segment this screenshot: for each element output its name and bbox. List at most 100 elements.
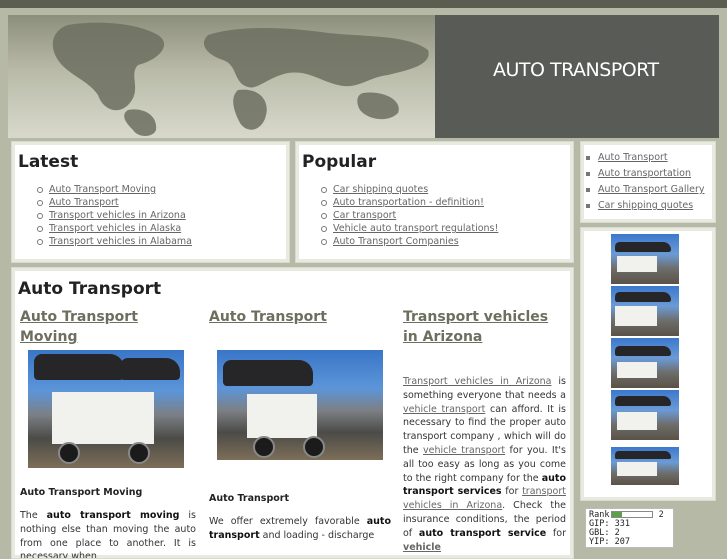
truck-shape bbox=[617, 462, 657, 476]
car-shape bbox=[615, 346, 671, 356]
sidebar-nav: Auto Transport Auto transportation Auto … bbox=[586, 150, 705, 214]
top-strip bbox=[0, 0, 727, 8]
list-item: Auto Transport Companies bbox=[321, 235, 498, 248]
truck-shape bbox=[247, 394, 317, 438]
popular-link[interactable]: Vehicle auto transport regulations! bbox=[333, 223, 498, 234]
latest-link[interactable]: Transport vehicles in Arizona bbox=[49, 210, 186, 221]
wheel-icon bbox=[128, 442, 150, 464]
truck-photo bbox=[217, 350, 383, 460]
list-item: Auto Transport bbox=[37, 196, 192, 209]
latest-heading: Latest bbox=[18, 152, 79, 172]
truck-shape bbox=[617, 256, 657, 272]
latest-list: Auto Transport Moving Auto Transport Tra… bbox=[37, 183, 192, 248]
col1-title-link[interactable]: Auto Transport Moving bbox=[20, 307, 200, 347]
list-item: Auto transportation - definition! bbox=[321, 196, 498, 209]
bullet-icon bbox=[37, 238, 43, 245]
car-shape bbox=[615, 396, 671, 406]
world-map-banner bbox=[8, 15, 435, 138]
main-heading: Auto Transport bbox=[18, 279, 162, 299]
rank-bar bbox=[611, 511, 654, 518]
square-bullet-icon bbox=[586, 172, 590, 176]
site-title: AUTO TRANSPORT bbox=[493, 59, 659, 81]
wheel-icon bbox=[303, 436, 325, 458]
text-fragment: for bbox=[501, 486, 523, 498]
sidebar-link-gallery[interactable]: Auto Transport Gallery bbox=[598, 184, 705, 195]
bullet-icon bbox=[37, 186, 43, 193]
sidebar-item: Auto transportation bbox=[586, 166, 705, 182]
sidebar-link-car-shipping[interactable]: Car shipping quotes bbox=[598, 200, 693, 211]
inline-link[interactable]: vehicle transport bbox=[403, 404, 485, 415]
car-shape bbox=[120, 358, 180, 380]
car-shape bbox=[223, 360, 313, 386]
rank-bar-fill bbox=[612, 512, 623, 517]
popular-link[interactable]: Auto Transport Companies bbox=[333, 236, 459, 247]
inline-link[interactable]: Transport vehicles in Arizona bbox=[403, 376, 551, 387]
world-map-icon bbox=[52, 22, 429, 136]
bullet-icon bbox=[37, 225, 43, 232]
car-shape bbox=[615, 451, 671, 459]
popular-link[interactable]: Car shipping quotes bbox=[333, 184, 428, 195]
col1-text: The auto transport moving is nothing els… bbox=[20, 509, 196, 558]
text-fragment: The bbox=[20, 510, 47, 521]
latest-link[interactable]: Auto Transport Moving bbox=[49, 184, 156, 195]
header-title-box: AUTO TRANSPORT bbox=[435, 15, 719, 138]
main-content-panel: Auto Transport Auto Transport Moving Aut… bbox=[11, 267, 574, 559]
bold-keyword: auto transport service bbox=[418, 527, 547, 539]
sidebar-link-auto-transportation[interactable]: Auto transportation bbox=[598, 168, 691, 179]
truck-shape bbox=[52, 392, 154, 444]
latest-link[interactable]: Transport vehicles in Alaska bbox=[49, 223, 181, 234]
bullet-icon bbox=[321, 212, 327, 219]
list-item: Car shipping quotes bbox=[321, 183, 498, 196]
truck-photo bbox=[28, 350, 184, 468]
bullet-icon bbox=[37, 212, 43, 219]
sidebar-item: Car shipping quotes bbox=[586, 198, 705, 214]
rank-yip: YIP: 207 bbox=[589, 537, 630, 547]
rank-widget[interactable]: Rank 2 GIP: 331 GBL: 2 YIP: 207 bbox=[585, 508, 674, 548]
list-item: Car transport bbox=[321, 209, 498, 222]
gallery-thumbnail[interactable] bbox=[611, 390, 679, 440]
list-item: Transport vehicles in Alabama bbox=[37, 235, 192, 248]
wheel-icon bbox=[58, 442, 80, 464]
gallery-panel bbox=[580, 227, 716, 501]
bullet-icon bbox=[321, 199, 327, 206]
square-bullet-icon bbox=[586, 188, 590, 192]
list-item: Transport vehicles in Arizona bbox=[37, 209, 192, 222]
col3-text: Transport vehicles in Arizona is somethi… bbox=[403, 375, 566, 554]
col2-title-link[interactable]: Auto Transport bbox=[209, 307, 327, 327]
wheel-icon bbox=[253, 436, 275, 458]
text-fragment: for bbox=[546, 527, 566, 539]
gallery-thumbnail[interactable] bbox=[611, 338, 679, 388]
list-item: Vehicle auto transport regulations! bbox=[321, 222, 498, 235]
inline-link[interactable]: vehicle bbox=[403, 542, 441, 553]
car-shape bbox=[615, 292, 671, 302]
gallery-thumbnail[interactable] bbox=[611, 234, 679, 284]
popular-link[interactable]: Auto transportation - definition! bbox=[333, 197, 484, 208]
square-bullet-icon bbox=[586, 204, 590, 208]
sidebar-item: Auto Transport Gallery bbox=[586, 182, 705, 198]
list-item: Transport vehicles in Alaska bbox=[37, 222, 192, 235]
popular-heading: Popular bbox=[302, 152, 377, 172]
text-fragment: and loading - discharge bbox=[259, 529, 375, 541]
bullet-icon bbox=[321, 186, 327, 193]
gallery-thumbnail[interactable] bbox=[611, 447, 679, 485]
rank-value: 2 bbox=[658, 510, 664, 520]
inline-link[interactable]: vehicle transport bbox=[423, 445, 505, 456]
popular-list: Car shipping quotes Auto transportation … bbox=[321, 183, 498, 248]
car-shape bbox=[615, 242, 671, 252]
square-bullet-icon bbox=[586, 156, 590, 160]
sidebar-link-auto-transport[interactable]: Auto Transport bbox=[598, 152, 668, 163]
text-fragment: We offer extremely favorable bbox=[209, 516, 367, 527]
latest-link[interactable]: Transport vehicles in Alabama bbox=[49, 236, 192, 247]
bullet-icon bbox=[37, 199, 43, 206]
sidebar-links-panel: Auto Transport Auto transportation Auto … bbox=[580, 141, 716, 223]
list-item: Auto Transport Moving bbox=[37, 183, 192, 196]
col3-title-link[interactable]: Transport vehicles in Arizona bbox=[403, 307, 563, 347]
popular-link[interactable]: Car transport bbox=[333, 210, 396, 221]
gallery-thumbnail[interactable] bbox=[611, 286, 679, 336]
latest-link[interactable]: Auto Transport bbox=[49, 197, 119, 208]
bullet-icon bbox=[321, 225, 327, 232]
truck-shape bbox=[617, 362, 657, 378]
bold-keyword: auto transport moving bbox=[46, 510, 180, 521]
col1-caption: Auto Transport Moving bbox=[20, 487, 143, 498]
sidebar-item: Auto Transport bbox=[586, 150, 705, 166]
